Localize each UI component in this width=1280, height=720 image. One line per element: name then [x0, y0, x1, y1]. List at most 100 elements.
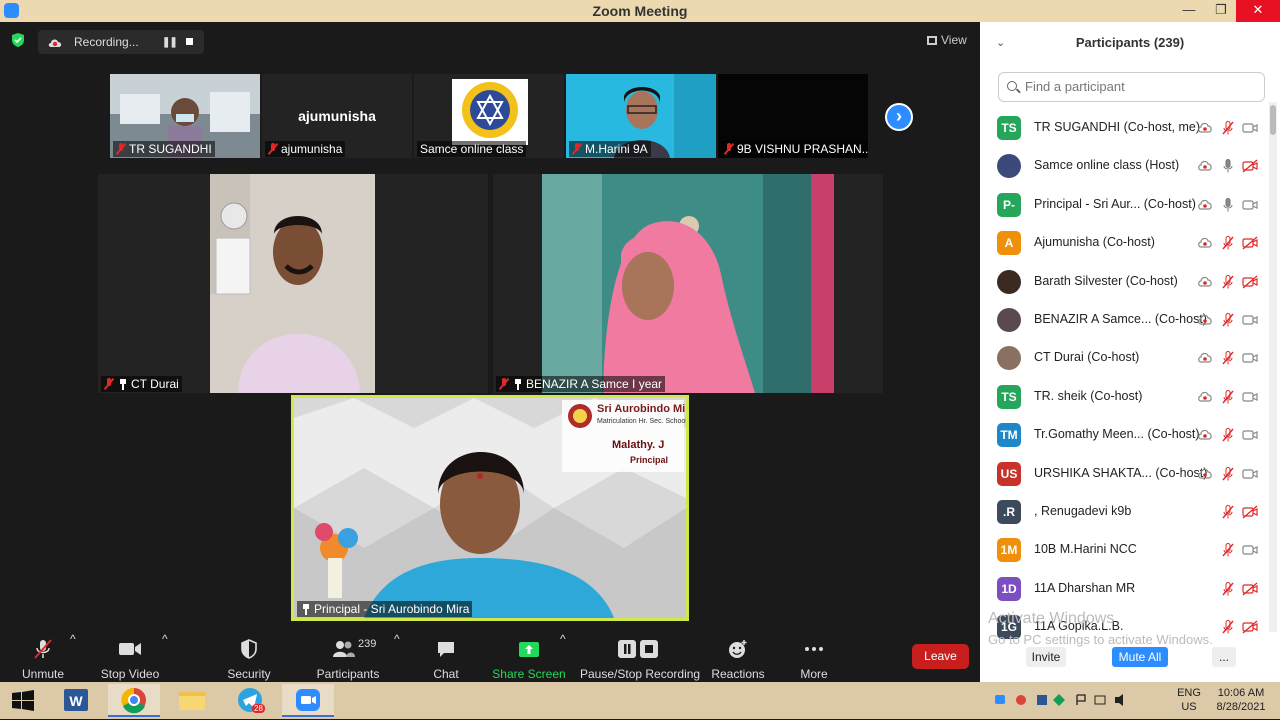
video-thumbnail[interactable]: ajumunisha ajumunisha [262, 74, 412, 158]
participant-row[interactable]: TM Tr.Gomathy Meen... (Co-host) [980, 416, 1270, 454]
video-off-icon[interactable] [1242, 620, 1258, 634]
tray-icons[interactable] [993, 692, 1143, 712]
more-button[interactable]: More [792, 632, 836, 682]
muted-microphone-icon[interactable] [1220, 121, 1236, 135]
video-camera-icon[interactable] [1242, 543, 1258, 557]
share-options-caret[interactable]: ^ [560, 632, 566, 646]
chat-bubble-icon [438, 642, 454, 657]
leave-button[interactable]: Leave [912, 644, 969, 669]
restore-button[interactable]: ❐ [1205, 0, 1237, 22]
participant-row[interactable]: .R , Renugadevi k9b [980, 493, 1270, 531]
video-camera-icon[interactable] [1242, 467, 1258, 481]
video-camera-icon[interactable] [1242, 198, 1258, 212]
muted-microphone-icon[interactable] [1220, 428, 1236, 442]
video-camera-icon[interactable] [1242, 351, 1258, 365]
participants-options-caret[interactable]: ^ [394, 632, 400, 646]
reactions-button[interactable]: Reactions [706, 632, 770, 682]
participant-row[interactable]: TS TR. sheik (Co-host) [980, 378, 1270, 416]
participant-row[interactable]: Barath Silvester (Co-host) [980, 263, 1270, 301]
share-screen-button[interactable]: Share Screen [492, 632, 566, 682]
participant-row[interactable]: 1D 11A Dharshan MR [980, 570, 1270, 608]
participant-list-scrollbar[interactable] [1269, 102, 1277, 632]
pause-recording-icon[interactable]: ❚❚ [162, 37, 178, 48]
muted-microphone-icon[interactable] [1220, 274, 1236, 289]
muted-mic-icon [268, 143, 278, 155]
video-options-caret[interactable]: ^ [162, 632, 168, 646]
muted-microphone-icon[interactable] [1220, 351, 1236, 365]
taskbar-word[interactable]: W [50, 684, 102, 717]
windows-start-icon[interactable] [12, 690, 34, 712]
muted-microphone-icon[interactable] [1220, 543, 1236, 557]
video-thumbnail[interactable]: M.Harini 9A [566, 74, 716, 158]
muted-microphone-icon[interactable] [1220, 620, 1236, 634]
participant-row[interactable]: P- Principal - Sri Aur... (Co-host) [980, 186, 1270, 224]
participant-row[interactable]: US URSHIKA SHAKTA... (Co-host) [980, 455, 1270, 493]
video-off-icon[interactable] [1242, 275, 1258, 289]
video-camera-icon[interactable] [1242, 428, 1258, 442]
muted-microphone-icon[interactable] [1220, 313, 1236, 327]
participant-row[interactable]: CT Durai (Co-host) [980, 339, 1270, 377]
taskbar-clock[interactable]: 10:06 AM 8/28/2021 [1210, 686, 1272, 714]
next-page-button[interactable]: › [885, 103, 913, 131]
collapse-panel-chevron-icon[interactable]: ⌄ [996, 22, 1005, 64]
taskbar-chrome[interactable] [108, 684, 160, 717]
active-speaker-tile[interactable]: Sri Aurobindo Mira Matriculation Hr. Sec… [291, 395, 689, 621]
video-thumbnail[interactable]: Samce online class [414, 74, 564, 158]
meeting-stage: Recording... ❚❚ View TR SUGANDHI ajumuni… [0, 22, 980, 632]
video-tile[interactable]: BENAZIR A Samce I year [493, 174, 883, 393]
participant-row[interactable]: 1M 10B M.Harini NCC [980, 531, 1270, 569]
chrome-icon [121, 687, 146, 714]
video-camera-icon[interactable] [1242, 313, 1258, 327]
participant-avatar [997, 346, 1021, 371]
microphone-icon[interactable] [1220, 159, 1236, 173]
mute-all-button[interactable]: Mute All [1112, 647, 1168, 667]
video-off-icon[interactable] [1242, 236, 1258, 250]
video-thumbnail[interactable]: 9B VISHNU PRASHAN... [718, 74, 868, 158]
participant-row[interactable]: A Ajumunisha (Co-host) [980, 224, 1270, 262]
video-thumbnail[interactable]: TR SUGANDHI [110, 74, 260, 158]
audio-options-caret[interactable]: ^ [70, 632, 76, 646]
taskbar-zoom[interactable] [282, 684, 334, 717]
security-shield-icon [241, 639, 257, 659]
muted-microphone-icon[interactable] [1220, 505, 1236, 519]
video-off-icon[interactable] [1242, 159, 1258, 173]
muted-microphone-icon[interactable] [1220, 581, 1236, 596]
video-off-icon[interactable] [1242, 505, 1258, 519]
minimize-button[interactable]: — [1173, 0, 1205, 22]
close-button[interactable]: ✕ [1236, 0, 1280, 22]
chat-button[interactable]: Chat [424, 632, 468, 682]
participant-avatar: TS [997, 384, 1021, 409]
participant-avatar: 1D [997, 576, 1021, 601]
video-tile[interactable]: CT Durai [98, 174, 488, 393]
microphone-icon[interactable] [1220, 197, 1236, 212]
scrollbar-thumb[interactable] [1270, 105, 1276, 135]
muted-microphone-icon[interactable] [1220, 236, 1236, 250]
stop-video-button[interactable]: Stop Video [98, 632, 162, 682]
participant-row[interactable]: TS TR SUGANDHI (Co-host, me) [980, 109, 1270, 147]
stop-recording-icon[interactable] [186, 38, 193, 45]
muted-microphone-icon[interactable] [1220, 389, 1236, 404]
invite-button[interactable]: Invite [1026, 647, 1066, 667]
participant-name-label: BENAZIR A Samce I year [496, 376, 666, 392]
encryption-shield-icon[interactable] [10, 32, 26, 48]
input-language[interactable]: ENG US [1172, 686, 1206, 714]
video-off-icon[interactable] [1242, 582, 1258, 596]
pause-stop-recording-label: Pause/Stop Recording [580, 667, 701, 681]
security-button[interactable]: Security [220, 632, 278, 682]
participant-row[interactable]: BENAZIR A Samce... (Co-host) [980, 301, 1270, 339]
video-camera-icon[interactable] [1242, 390, 1258, 404]
participant-search-input[interactable]: Find a participant [998, 72, 1265, 102]
participant-row[interactable]: Samce online class (Host) [980, 147, 1270, 185]
view-button[interactable]: View [927, 33, 967, 47]
taskbar-file-explorer[interactable] [166, 684, 218, 717]
video-camera-icon[interactable] [1242, 121, 1258, 135]
pause-stop-recording-button[interactable]: Pause/Stop Recording [580, 632, 701, 682]
cloud-recording-icon [1198, 430, 1212, 440]
taskbar-telegram[interactable]: 28 [224, 684, 276, 717]
participant-avatar: TS [997, 116, 1021, 140]
video-feed [493, 174, 883, 393]
more-options-button[interactable]: ... [1212, 647, 1236, 667]
muted-microphone-icon[interactable] [1220, 466, 1236, 481]
unmute-button[interactable]: Unmute [14, 632, 72, 682]
participants-button[interactable]: 239 Participants [312, 632, 384, 682]
